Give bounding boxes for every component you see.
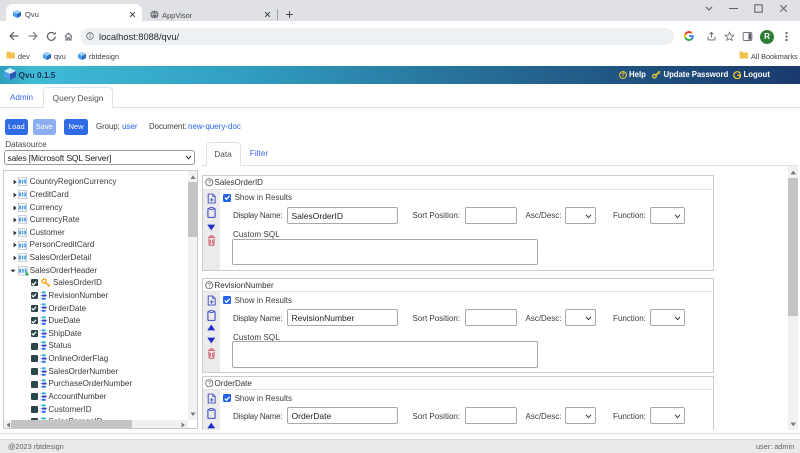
- svg-text:?: ?: [621, 73, 625, 79]
